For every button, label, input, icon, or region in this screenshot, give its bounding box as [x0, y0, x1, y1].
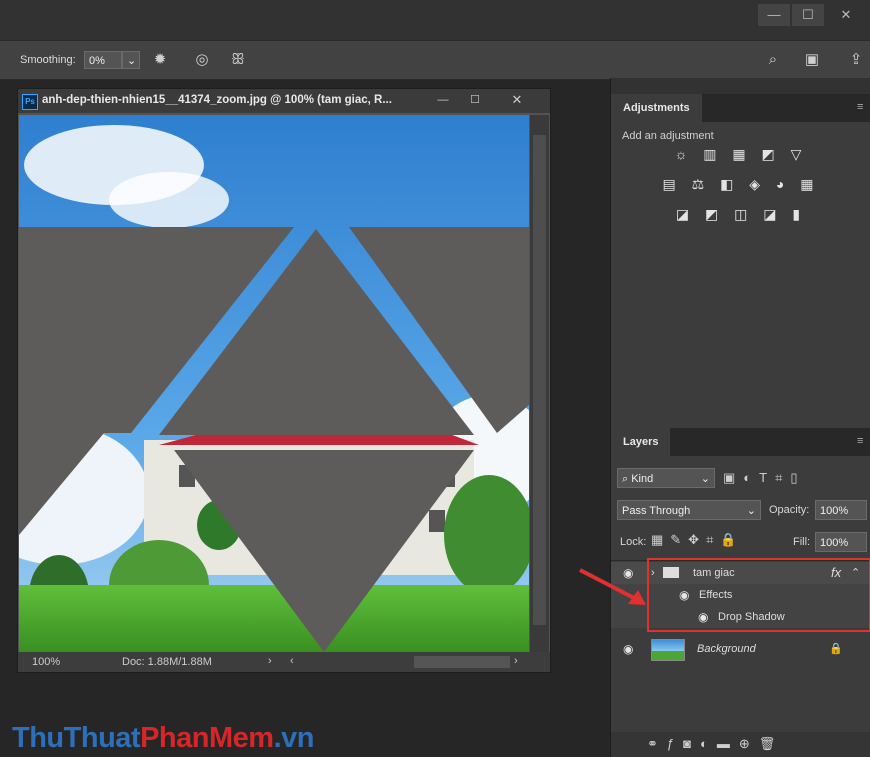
- doc-minimize-button[interactable]: —: [428, 89, 458, 113]
- opacity-label: Opacity:: [769, 504, 810, 516]
- layer-action-icons[interactable]: ⚭ƒ◙◐▬⊕🗑: [647, 734, 867, 754]
- adjustments-panel-body: Add an adjustment ☼ ▥ ▦ ◩ ▽ ▤ ⚖ ◧ ◈ ◕ ▦ …: [611, 122, 870, 432]
- watermark-part-3: .vn: [273, 722, 315, 754]
- opacity-input[interactable]: 100%: [815, 500, 867, 520]
- blend-mode-value: Pass Through: [622, 505, 691, 517]
- layer-row-background[interactable]: ◉ Background 🔒: [611, 636, 870, 662]
- maximize-button[interactable]: ☐: [792, 4, 824, 26]
- right-panel-dock: Adjustments ≡ Add an adjustment ☼ ▥ ▦ ◩ …: [610, 78, 870, 757]
- background-layer-name: Background: [697, 643, 756, 655]
- smoothing-dropdown-chevron-icon[interactable]: ⌄: [122, 51, 140, 69]
- status-bar: 100% Doc: 1.88M/1.88M › ‹ ›: [18, 652, 550, 672]
- document-window: Ps anh-dep-thien-nhien15__41374_zoom.jpg…: [17, 88, 551, 673]
- smoothing-label: Smoothing:: [20, 54, 76, 66]
- status-menu-chevron-icon[interactable]: ›: [268, 655, 272, 667]
- blend-chevron-icon: ⌄: [746, 505, 756, 517]
- layer-filter-icons[interactable]: ▣◐T⌗▯: [723, 468, 863, 488]
- background-eye-icon[interactable]: ◉: [623, 636, 633, 662]
- horizontal-scroll-thumb[interactable]: [414, 656, 510, 668]
- lawn: [19, 585, 529, 652]
- annotation-arrow: [579, 568, 646, 605]
- blend-mode-select[interactable]: Pass Through ⌄: [617, 500, 761, 520]
- tab-adjustments[interactable]: Adjustments: [611, 94, 702, 122]
- doc-close-button[interactable]: ✕: [502, 89, 532, 113]
- kind-label: Kind: [631, 473, 654, 485]
- search-icon[interactable]: ⌕: [763, 50, 783, 70]
- lock-label: Lock:: [620, 536, 647, 548]
- vertical-scrollbar[interactable]: [530, 115, 549, 652]
- layers-bottom-bar: ⚭ƒ◙◐▬⊕🗑: [611, 732, 870, 757]
- background-thumbnail: [651, 639, 685, 661]
- minimize-button[interactable]: —: [758, 4, 790, 26]
- scroll-left-icon[interactable]: ‹: [290, 655, 294, 667]
- target-icon[interactable]: ◎: [192, 50, 212, 70]
- image-canvas[interactable]: [19, 115, 529, 652]
- lock-icon: 🔒: [829, 643, 843, 655]
- app-title-bar: — ☐ ✕: [0, 0, 870, 40]
- kind-search-icon: ⌕: [622, 473, 632, 485]
- highlight-box: [647, 558, 870, 632]
- watermark-part-2: PhanMem: [140, 722, 274, 754]
- cloud: [109, 172, 229, 228]
- zoom-level[interactable]: 100%: [32, 656, 60, 668]
- scroll-right-icon[interactable]: ›: [514, 655, 518, 667]
- lock-icons[interactable]: ▦✎✥⌗🔒: [651, 530, 771, 550]
- house-window: [429, 510, 445, 532]
- adjustment-icons-row-3[interactable]: ◪ ◩ ◫ ◪ ▮: [611, 206, 870, 223]
- canvas-artwork: [19, 115, 529, 652]
- document-title: anh-dep-thien-nhien15__41374_zoom.jpg @ …: [42, 94, 392, 106]
- layers-panel-menu-icon[interactable]: ≡: [857, 435, 863, 447]
- document-tab[interactable]: Ps anh-dep-thien-nhien15__41374_zoom.jpg…: [18, 89, 550, 113]
- fill-input[interactable]: 100%: [815, 532, 867, 552]
- scroll-thumb[interactable]: [533, 135, 546, 625]
- adjustments-panel-header: Adjustments ≡: [611, 94, 870, 122]
- close-button[interactable]: ✕: [830, 4, 862, 26]
- share-icon[interactable]: ⇪: [846, 50, 866, 70]
- kind-chevron-icon: ⌄: [700, 473, 710, 485]
- tab-layers[interactable]: Layers: [611, 428, 671, 456]
- layers-panel-header: Layers ≡: [611, 428, 870, 456]
- watermark-logo: ThuThuatPhanMem.vn: [12, 722, 314, 755]
- adjustments-hint: Add an adjustment: [622, 130, 714, 142]
- watermark-part-1: ThuThuat: [12, 722, 141, 754]
- adjustment-icons-row-1[interactable]: ☼ ▥ ▦ ◩ ▽: [611, 146, 870, 163]
- panel-menu-icon[interactable]: ≡: [857, 101, 863, 113]
- options-bar: Smoothing: 0% ⌄ ✹ ◎ ꕥ ⌕ ▣ ⌄ ⇪: [0, 40, 870, 88]
- adjustment-icons-row-2[interactable]: ▤ ⚖ ◧ ◈ ◕ ▦: [611, 176, 870, 193]
- butterfly-icon[interactable]: ꕥ: [228, 50, 248, 70]
- ps-file-icon: Ps: [22, 94, 38, 110]
- layer-filter-kind[interactable]: ⌕ Kind ⌄: [617, 468, 715, 488]
- fill-label: Fill:: [793, 536, 811, 548]
- gear-icon[interactable]: ✹: [150, 50, 170, 70]
- doc-maximize-button[interactable]: ☐: [460, 89, 490, 113]
- smoothing-input[interactable]: 0%: [84, 51, 122, 69]
- doc-size-info: Doc: 1.88M/1.88M: [122, 656, 212, 668]
